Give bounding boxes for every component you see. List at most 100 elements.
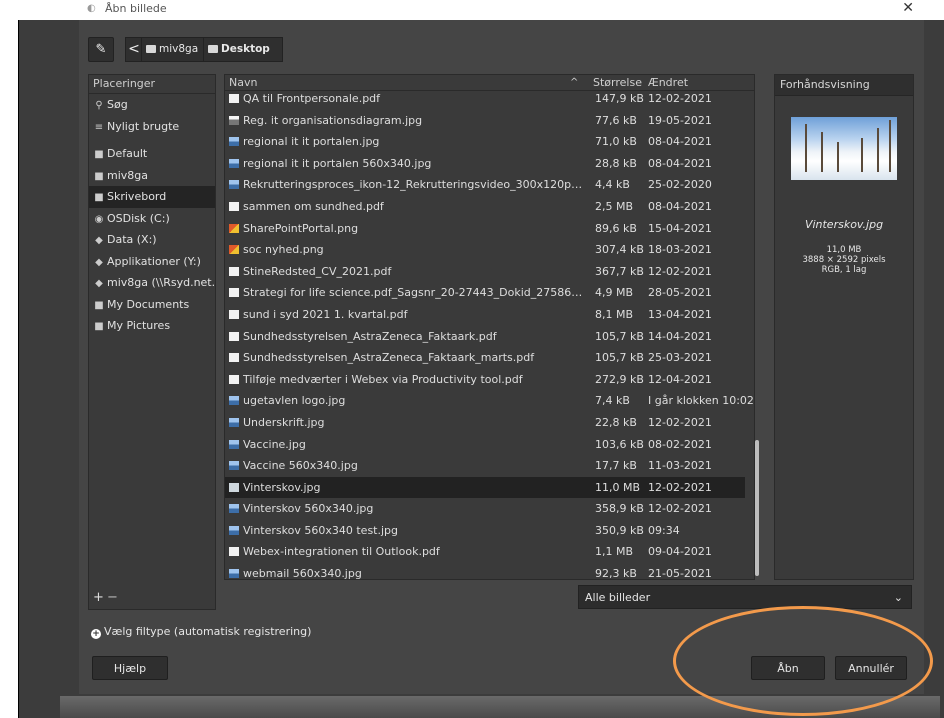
file-name: Tilføje medværter i Webex via Productivi…	[243, 372, 523, 386]
file-row[interactable]: Vinterskov.jpg 11,0 MB 12-02-2021	[225, 476, 745, 499]
open-button[interactable]: Åbn	[751, 656, 825, 680]
file-type-icon	[229, 461, 239, 471]
file-type-icon	[229, 547, 239, 557]
folder-icon: ■	[94, 170, 104, 182]
sidebar-item[interactable]: ■ My Documents	[89, 294, 215, 316]
file-type-icon	[229, 331, 239, 341]
remove-place-button[interactable]: −	[107, 590, 118, 605]
sidebar-item[interactable]: ◆ Data (X:)	[89, 229, 215, 251]
sidebar-item[interactable]: ■ Default	[89, 143, 215, 165]
file-row[interactable]: SharePointPortal.png 89,6 kB 15-04-2021	[225, 218, 745, 240]
file-name: Vaccine.jpg	[243, 437, 306, 451]
file-modified: 13-04-2021	[648, 307, 712, 321]
file-row[interactable]: Reg. it organisationsdiagram.jpg 77,6 kB 1…	[225, 110, 745, 132]
file-row[interactable]: Webex-integrationen til Outlook.pdf 1,1 M…	[225, 541, 745, 563]
file-row[interactable]: Vaccine.jpg 103,6 kB 08-02-2021	[225, 434, 745, 456]
file-name: Vinterskov 560x340.jpg	[243, 502, 374, 516]
preview-header: Forhåndsvisning	[775, 75, 913, 96]
file-modified: 12-02-2021	[648, 502, 712, 516]
preview-panel: Forhåndsvisning Vinterskov.jpg 11,0 MB 3…	[774, 74, 914, 580]
file-name: ugetavlen logo.jpg	[243, 394, 346, 408]
file-type-icon	[229, 482, 239, 492]
file-modified: 11-03-2021	[648, 459, 712, 473]
file-size: 22,8 kB	[595, 415, 637, 429]
app-icon: ◐	[87, 3, 96, 14]
sidebar-item[interactable]: ≡ Nyligt brugte	[89, 116, 215, 138]
file-row[interactable]: Sundhedsstyrelsen_AstraZeneca_Faktaark_m…	[225, 347, 745, 369]
file-name: QA til Frontpersonale.pdf	[243, 92, 381, 105]
file-modified: 14-04-2021	[648, 329, 712, 343]
file-type-icon	[229, 115, 239, 125]
folder-icon: ■	[94, 321, 104, 332]
help-button[interactable]: Hjælp	[92, 656, 168, 680]
add-place-button[interactable]: +	[93, 590, 104, 605]
file-row[interactable]: Sundhedsstyrelsen_AstraZeneca_Faktaark.p…	[225, 326, 745, 348]
file-row[interactable]: regional it it portalen 560x340.jpg 28,8 …	[225, 153, 745, 175]
preview-dimensions: 3888 × 2592 pixels	[802, 255, 886, 265]
preview-colormode: RGB, 1 lag	[821, 265, 867, 275]
sidebar-item-label: Default	[107, 147, 148, 160]
breadcrumb-desktop[interactable]: Desktop	[203, 37, 283, 62]
sidebar-item[interactable]: ◆ Applikationer (Y:)	[89, 251, 215, 273]
cancel-button[interactable]: Annullér	[835, 656, 907, 680]
breadcrumb-user[interactable]: miv8ga	[141, 37, 209, 62]
sidebar-item[interactable]: ⚲ Søg	[89, 94, 215, 116]
expand-icon: +	[91, 629, 101, 639]
preview-thumbnail	[791, 117, 897, 180]
sidebar-item-label: Data (X:)	[107, 233, 157, 246]
file-row[interactable]: regional it it portalen.jpg 71,0 kB 08-04-…	[225, 131, 745, 153]
dialog-titlebar: ◐ Åbn billede ✕	[79, 0, 924, 20]
canvas-bottom-strip	[60, 696, 940, 718]
file-row[interactable]: soc nyhed.png 307,4 kB 18-03-2021	[225, 239, 745, 261]
file-row[interactable]: QA til Frontpersonale.pdf 147,9 kB 12-02-2…	[225, 88, 745, 110]
file-row[interactable]: Vaccine 560x340.jpg 17,7 kB 11-03-2021	[225, 455, 745, 477]
file-modified: 08-04-2021	[648, 135, 712, 149]
places-header: Placeringer	[89, 75, 215, 94]
file-row[interactable]: webmail 560x340.jpg 92,3 kB 21-05-2021	[225, 563, 745, 580]
file-size: 358,9 kB	[595, 502, 644, 516]
file-type-icon	[229, 374, 239, 384]
file-modified: 19-05-2021	[648, 113, 712, 127]
sidebar-item[interactable]: ■ My Pictures	[89, 315, 215, 337]
sidebar-item[interactable]: ◉ OSDisk (C:)	[89, 208, 215, 230]
file-size: 77,6 kB	[595, 113, 637, 127]
file-row[interactable]: Underskrift.jpg 22,8 kB 12-02-2021	[225, 412, 745, 434]
sidebar-item[interactable]: ◆ miv8ga (\\Rsyd.net...	[89, 272, 215, 294]
file-size: 307,4 kB	[595, 243, 644, 257]
file-type-icon	[229, 525, 239, 535]
select-filetype-expander[interactable]: + Vælg filtype (automatisk registrering)	[91, 625, 311, 639]
file-row[interactable]: Vinterskov 560x340.jpg 358,9 kB 12-02-2021	[225, 498, 745, 520]
file-modified: 15-04-2021	[648, 221, 712, 235]
file-row[interactable]: sund i syd 2021 1. kvartal.pdf 8,1 MB 13-0…	[225, 304, 745, 326]
file-row[interactable]: Vinterskov 560x340 test.jpg 350,9 kB 09:34	[225, 520, 745, 542]
file-filter-select[interactable]: Alle billeder ⌄	[578, 585, 912, 609]
file-list: Navn ^ Størrelse Ændret QA til Frontpers…	[224, 74, 755, 580]
close-button[interactable]: ✕	[902, 0, 914, 16]
file-modified: 21-05-2021	[648, 567, 712, 580]
file-type-icon	[229, 309, 239, 319]
file-size: 11,0 MB	[595, 480, 641, 494]
file-name: Underskrift.jpg	[243, 415, 325, 429]
scrollbar-thumb[interactable]	[755, 440, 759, 576]
sidebar-item-label: OSDisk (C:)	[107, 211, 170, 225]
file-type-icon	[229, 201, 239, 211]
file-row[interactable]: StineRedsted_CV_2021.pdf 367,7 kB 12-02-20…	[225, 261, 745, 283]
edit-location-button[interactable]: ✎	[88, 37, 114, 62]
file-row[interactable]: sammen om sundhed.pdf 2,5 MB 08-04-2021	[225, 196, 745, 218]
file-row[interactable]: Strategi for life science.pdf_Sagsnr_20-…	[225, 282, 745, 304]
file-list-scrollbar[interactable]	[753, 74, 763, 578]
sidebar-item[interactable]: ■ Skrivebord	[89, 186, 215, 208]
file-modified: 28-05-2021	[648, 286, 712, 300]
file-row[interactable]: ugetavlen logo.jpg 7,4 kB I går klokken 10…	[225, 390, 754, 412]
file-type-icon	[229, 288, 239, 298]
sidebar-item-label: My Pictures	[107, 319, 171, 332]
file-size: 103,6 kB	[595, 437, 644, 451]
file-type-icon	[229, 569, 239, 579]
file-row[interactable]: Tilføje medværter i Webex via Productivi…	[225, 369, 745, 391]
file-size: 367,7 kB	[595, 264, 644, 278]
folder-icon	[146, 45, 156, 53]
sidebar-item[interactable]: ■ miv8ga	[89, 165, 215, 187]
file-row[interactable]: Rekrutteringsproces_ikon-12_Rekruttering…	[225, 174, 745, 196]
file-type-icon	[229, 504, 239, 514]
file-size: 71,0 kB	[595, 135, 637, 149]
